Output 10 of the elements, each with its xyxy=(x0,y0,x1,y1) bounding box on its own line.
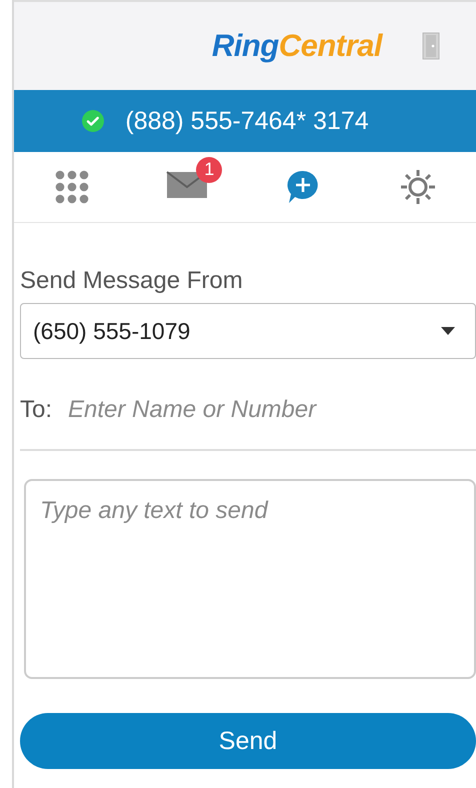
message-field[interactable]: Type any text to send xyxy=(24,479,476,679)
from-number-select[interactable]: (650) 555-1079 xyxy=(20,303,476,359)
nav-tab[interactable]: 1 xyxy=(130,152,245,222)
field-label: Send Message From xyxy=(20,267,244,295)
phone-number: (888) 555-7464* 3174 xyxy=(125,106,369,136)
to-label: To: xyxy=(20,396,52,424)
recipient-field[interactable]: Enter Name or Number xyxy=(66,395,476,425)
logo: RingCentral xyxy=(212,28,382,64)
send-button[interactable]: Send xyxy=(20,713,476,769)
unread-badge: 1 xyxy=(196,156,222,182)
